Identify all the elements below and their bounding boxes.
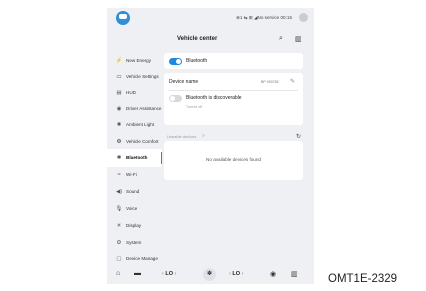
sidebar-item-label: New Energy (126, 57, 152, 63)
sidebar-item-display[interactable]: ☀ Display (107, 217, 162, 235)
driver-assistance-icon: ◉ (116, 106, 122, 112)
bottom-bar: ⌂ ▬ ‹ LO › ✽ ‹ LO › ◉ ▥ (107, 266, 314, 284)
sidebar-item-label: Bluetooth (126, 154, 148, 160)
microphone-icon: 🎙 (115, 206, 123, 212)
device-name-value: BP 000782 (261, 79, 279, 84)
right-temp-increase-icon[interactable]: › (240, 271, 244, 277)
page-title: Vehicle center (177, 36, 218, 42)
home-car-icon[interactable]: ⌂ (116, 270, 120, 277)
gear-icon: ⚙ (116, 240, 122, 246)
fan-icon[interactable]: ✽ (203, 268, 216, 281)
sidebar-item-label: System (126, 239, 142, 245)
apps-icon[interactable]: ▥ (291, 270, 298, 278)
sidebar-item-voice[interactable]: 🎙 Voice (107, 200, 162, 218)
usable-devices-label: Useable devices (167, 134, 197, 139)
usable-devices-card: No available devices found (164, 141, 303, 180)
vehicle-screen: ⊕1 ⇆ ⊞ ◢No service 00:15 Vehicle center … (107, 8, 314, 284)
sidebar-item-label: Voice (126, 205, 138, 211)
sidebar-item-label: Device Manage (126, 255, 158, 261)
edit-icon[interactable]: ✎ (290, 78, 295, 85)
avatar[interactable] (299, 13, 308, 22)
left-temp-increase-icon[interactable]: › (173, 271, 177, 277)
sidebar-item-label: Display (126, 222, 142, 228)
right-temp-value: LO (232, 271, 241, 277)
loading-icon: ⟳ (202, 133, 206, 138)
refresh-icon[interactable]: ↻ (296, 133, 301, 140)
comfort-icon: ❂ (116, 139, 122, 145)
search-icon[interactable]: ⌕ (279, 35, 283, 43)
sidebar-item-label: HUD (126, 89, 136, 95)
bluetooth-icon: ✱ (116, 155, 122, 161)
sidebar: ⚡ New Energy ▭ Vehicle Settings ▤ HUD ◉ Driv… (107, 52, 162, 262)
sidebar-item-label: Ambient Light (126, 121, 155, 127)
discoverable-subtext: Turned off (186, 105, 203, 109)
vehicle-icon[interactable]: ▬ (134, 270, 141, 277)
car-icon: ▭ (116, 74, 122, 80)
app-logo-icon[interactable] (116, 11, 130, 25)
sound-icon: ◀) (115, 189, 123, 195)
status-bar: ⊕1 ⇆ ⊞ ◢No service 00:15 (107, 8, 314, 30)
no-devices-text: No available devices found (206, 157, 261, 162)
sidebar-item-wifi[interactable]: ≈ Wi-Fi (107, 166, 162, 184)
sidebar-item-sound[interactable]: ◀) Sound (107, 183, 162, 201)
climate-icon[interactable]: ◉ (270, 270, 276, 278)
header: Vehicle center ⌕ ▥ (107, 30, 314, 48)
discoverable-toggle[interactable] (169, 95, 182, 102)
right-temperature[interactable]: ‹ LO › (229, 271, 243, 277)
sidebar-item-label: Vehicle Settings (126, 73, 159, 79)
left-temp-value: LO (165, 271, 174, 277)
device-name-label: Device name (169, 79, 199, 85)
sidebar-item-label: Vehicle Comfort (126, 138, 159, 144)
display-icon: ☀ (116, 223, 122, 229)
manual-icon[interactable]: ▥ (295, 35, 302, 43)
device-settings-card: Device name BP 000782 ✎ Bluetooth is dis… (164, 73, 303, 125)
bluetooth-toggle-card: Bluetooth (164, 53, 303, 69)
bluetooth-toggle[interactable] (169, 57, 182, 65)
ambient-light-icon: ✺ (116, 122, 122, 128)
sidebar-item-label: Driver Assistance (126, 105, 162, 111)
bluetooth-toggle-label: Bluetooth (186, 58, 208, 64)
device-icon: ▢ (116, 256, 122, 262)
divider (169, 90, 298, 91)
status-text: ⊕1 ⇆ ⊞ ◢No service 00:15 (236, 15, 292, 20)
sidebar-item-label: Sound (126, 188, 140, 194)
sidebar-item-ambient-light[interactable]: ✺ Ambient Light (107, 116, 162, 134)
discoverable-label: Bluetooth is discoverable (186, 95, 242, 101)
wifi-icon: ≈ (117, 172, 121, 178)
sidebar-item-label: Wi-Fi (126, 171, 137, 177)
left-temperature[interactable]: ‹ LO › (162, 271, 176, 277)
hud-icon: ▤ (116, 90, 122, 96)
figure-code: OMT1E-2329 (328, 273, 398, 285)
sidebar-item-bluetooth[interactable]: ✱ Bluetooth (107, 149, 162, 167)
new-energy-icon: ⚡ (115, 58, 123, 64)
